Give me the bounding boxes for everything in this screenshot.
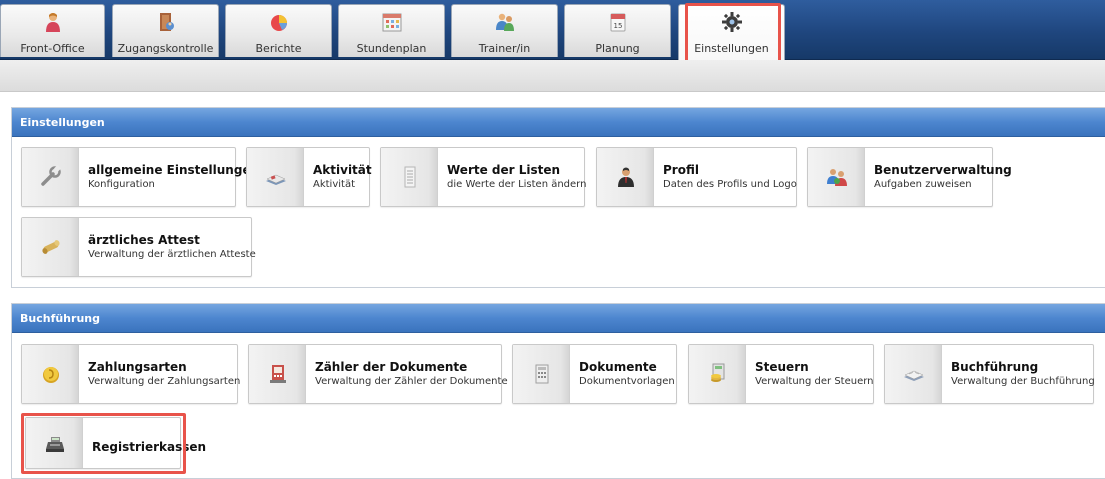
tab-label: Planung xyxy=(595,42,640,55)
tile-aktivitaet[interactable]: Aktivität Aktivität xyxy=(246,147,372,207)
tile-title: Dokumente xyxy=(579,360,657,374)
toolbar-strip xyxy=(0,60,1105,92)
tab-trainer[interactable]: Trainer/in xyxy=(451,4,558,57)
tile-subtitle: Aktivität xyxy=(313,179,355,190)
tab-planung[interactable]: 15 Planung xyxy=(564,4,671,57)
ledger-icon xyxy=(904,370,924,381)
tab-label: Berichte xyxy=(255,42,302,55)
tile-title: allgemeine Einstellungen xyxy=(88,163,260,177)
tile-title: Zahlungsarten xyxy=(88,360,187,374)
tile-subtitle: Verwaltung der Buchführung xyxy=(951,376,1095,387)
gear-icon xyxy=(721,12,742,32)
tab-label: Stundenplan xyxy=(356,42,427,55)
tile-buchfuehrung[interactable]: Buchführung Verwaltung der Buchführung xyxy=(884,344,1095,404)
tab-label: Trainer/in xyxy=(478,42,531,55)
tile-title: Steuern xyxy=(755,360,809,374)
tile-subtitle: Aufgaben zuweisen xyxy=(874,179,972,190)
section-header: Buchführung xyxy=(12,304,1105,333)
tile-steuern[interactable]: Steuern Verwaltung der Steuern xyxy=(688,344,874,404)
tile-subtitle: Verwaltung der ärztlichen Atteste xyxy=(88,249,256,260)
tile-aerztliches-attest[interactable]: ärztliches Attest Verwaltung der ärztlic… xyxy=(21,217,256,277)
tax-calculator-icon xyxy=(711,363,725,382)
tile-subtitle: Verwaltung der Zahlungsarten xyxy=(88,376,241,387)
calendar-grid-icon xyxy=(382,13,401,32)
tile-subtitle: Konfiguration xyxy=(88,179,155,190)
profile-person-icon xyxy=(618,167,634,187)
tile-title: Buchführung xyxy=(951,360,1039,374)
tab-label: Zugangskontrolle xyxy=(117,42,214,55)
tile-profil[interactable]: Profil Daten des Profils und Logo xyxy=(596,147,797,207)
person-icon xyxy=(45,13,60,32)
tab-stundenplan[interactable]: Stundenplan xyxy=(338,4,445,57)
top-navigation-bar: Front-Office Zugangskontrolle Berichte S… xyxy=(0,0,1105,60)
list-icon xyxy=(404,166,416,188)
tile-title: Aktivität xyxy=(313,163,372,177)
cash-register-icon xyxy=(46,437,64,452)
tile-title: Zähler der Dokumente xyxy=(315,360,468,374)
tile-subtitle: Verwaltung der Zähler der Dokumente xyxy=(315,376,508,387)
tab-label: Einstellungen xyxy=(694,42,769,55)
tile-zaehler-der-dokumente[interactable]: Zähler der Dokumente Verwaltung der Zähl… xyxy=(248,344,508,404)
tab-berichte[interactable]: Berichte xyxy=(225,4,332,57)
tab-front-office[interactable]: Front-Office xyxy=(0,4,105,57)
tile-registrierkassen[interactable]: Registrierkassen xyxy=(25,417,206,469)
document-counter-icon xyxy=(270,365,286,383)
section-header: Einstellungen xyxy=(12,108,1105,137)
wrench-icon xyxy=(41,165,62,186)
door-icon xyxy=(159,13,174,31)
tile-title: Registrierkassen xyxy=(92,440,207,454)
tile-allgemeine-einstellungen[interactable]: allgemeine Einstellungen Konfiguration xyxy=(21,147,259,207)
tile-benutzerverwaltung[interactable]: Benutzerverwaltung Aufgaben zuweisen xyxy=(807,147,1012,207)
tab-einstellungen[interactable]: Einstellungen xyxy=(678,4,785,60)
tile-title: Werte der Listen xyxy=(447,163,561,177)
tile-subtitle: Dokumentvorlagen xyxy=(579,376,675,387)
tile-zahlungsarten[interactable]: Zahlungsarten Verwaltung der Zahlungsart… xyxy=(21,344,241,404)
tile-title: Profil xyxy=(663,163,699,177)
tab-zugangskontrolle[interactable]: Zugangskontrolle xyxy=(112,4,219,57)
scroll-icon xyxy=(42,240,60,254)
document-icon xyxy=(535,364,549,384)
tile-subtitle: Verwaltung der Steuern xyxy=(755,376,874,387)
pie-chart-icon xyxy=(270,15,287,31)
tile-werte-der-listen[interactable]: Werte der Listen die Werte der Listen än… xyxy=(380,147,587,207)
tile-subtitle: Daten des Profils und Logo xyxy=(663,179,797,190)
tab-label: Front-Office xyxy=(20,42,85,55)
calendar-icon: 15 xyxy=(610,13,625,32)
tile-title: ärztliches Attest xyxy=(88,233,200,247)
book-icon xyxy=(266,174,286,185)
people-icon xyxy=(495,13,514,31)
tile-title: Benutzerverwaltung xyxy=(874,163,1012,177)
calendar-day: 15 xyxy=(613,22,622,30)
tile-dokumente[interactable]: Dokumente Dokumentvorlagen xyxy=(512,344,677,404)
tile-subtitle: die Werte der Listen ändern xyxy=(447,179,587,190)
users-icon xyxy=(827,169,847,186)
coin-icon xyxy=(43,367,59,383)
